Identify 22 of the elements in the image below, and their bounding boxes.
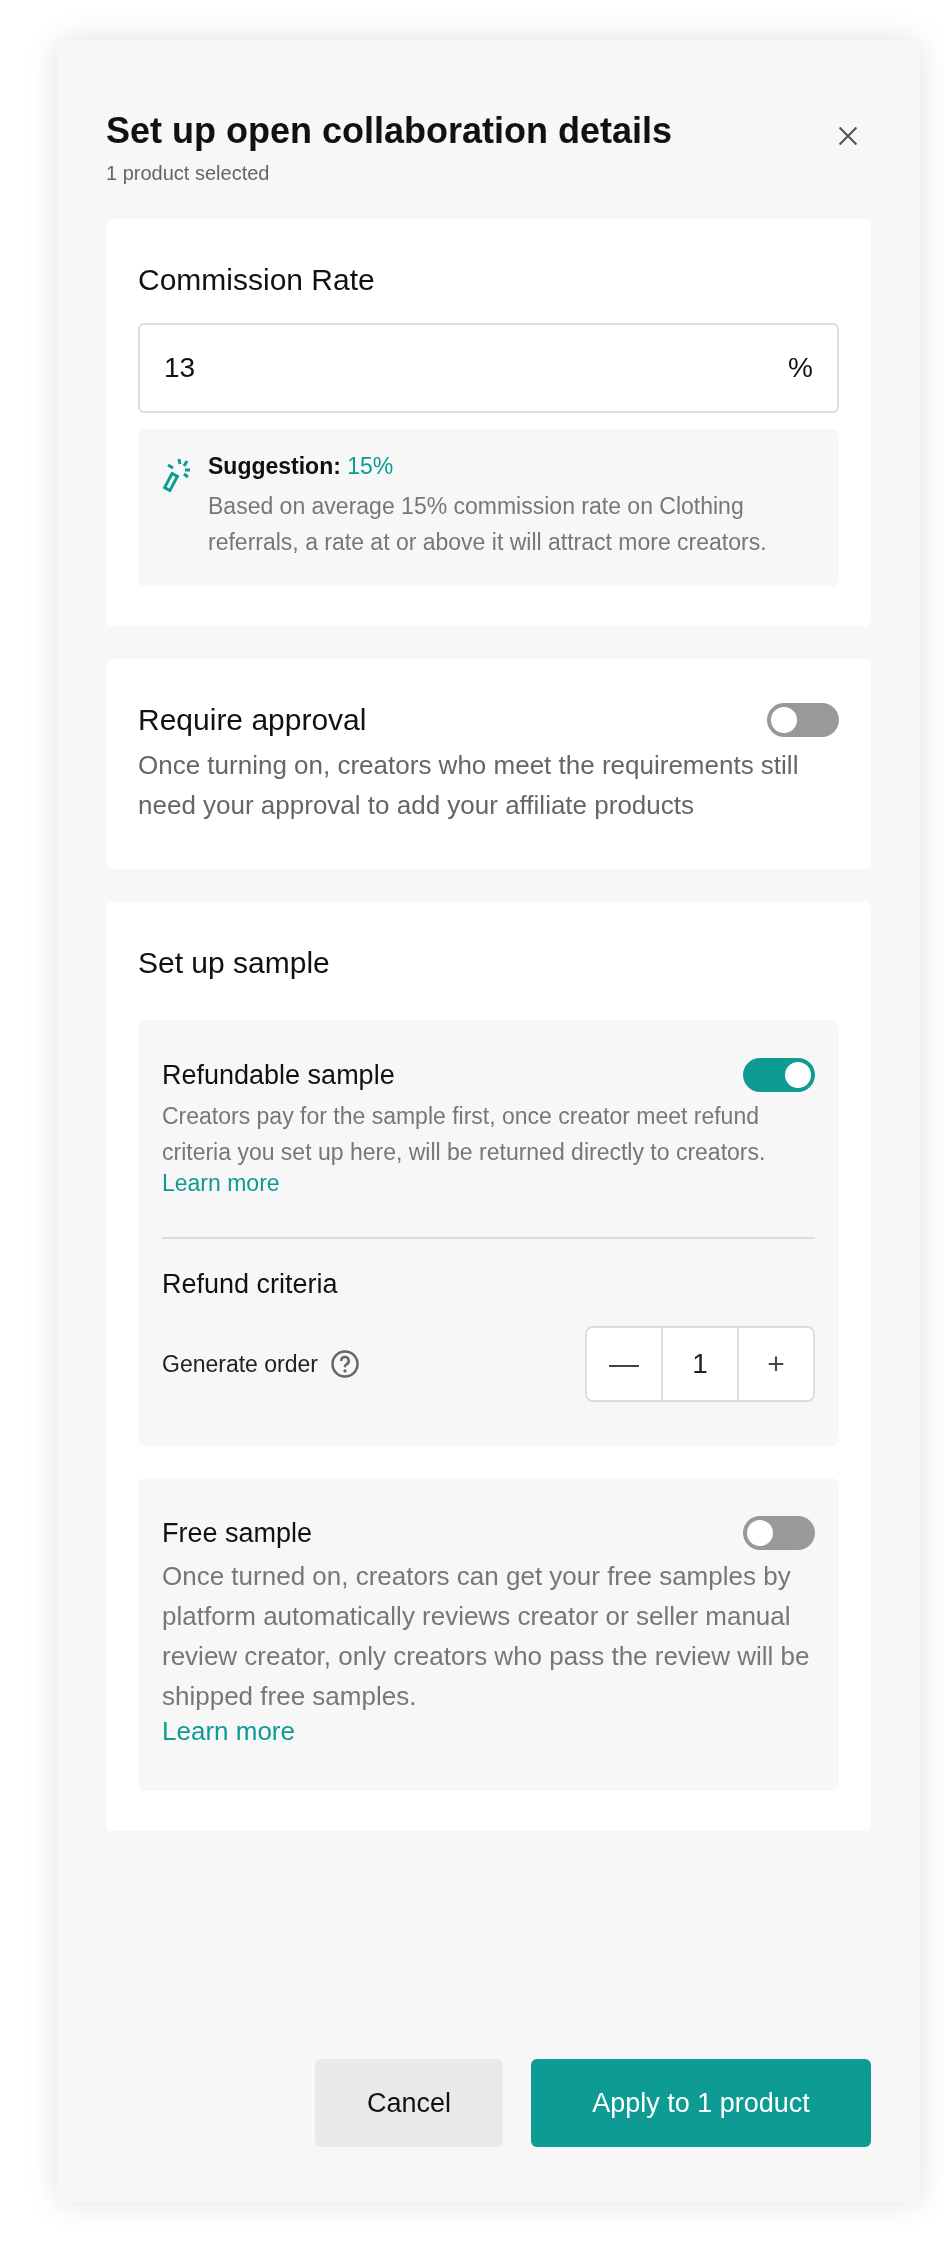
sample-toggle[interactable] (743, 1516, 815, 1550)
percent-unit: % (788, 352, 813, 384)
cancel-button[interactable]: Cancel (315, 2059, 503, 2147)
section-heading: Commission Rate (138, 263, 376, 297)
section-heading: Set up sample (138, 946, 331, 980)
dialog-subtitle: 1 product selected (106, 162, 271, 185)
generate-order-label: Generate order (162, 1350, 318, 1378)
option-title: Free sample (162, 1517, 313, 1549)
option-title: Refundable sample (162, 1059, 395, 1091)
sample-toggle[interactable] (743, 1058, 815, 1092)
criteria-heading: Refund criteria (162, 1269, 339, 1300)
dialog-title: Set up open collaboration details (106, 110, 673, 152)
option-description: Once turned on, creators can get your free samples by platform automatically reviews creator or seller manual review creator, only creators who pass the review will be shipped free samples. (162, 1560, 811, 1713)
close-icon[interactable] (836, 124, 860, 148)
approval-toggle[interactable] (767, 703, 839, 737)
commission-input-field[interactable]: 13 % (138, 323, 839, 413)
help-icon[interactable] (330, 1349, 360, 1379)
suggestion-label: Suggestion: 15% (208, 453, 395, 480)
approval-description: Once turning on, creators who meet the requirements still need your approval to add your affiliate products (138, 749, 800, 822)
suggestion-text: Based on average 15% commission rate on Clothing referrals, a rate at or above it will attract more creators. (208, 492, 768, 557)
section-heading: Require approval (138, 703, 367, 737)
option-description: Creators pay for the sample first, once creator meet refund criteria you set up here, will be returned directly to creators. (162, 1102, 767, 1167)
